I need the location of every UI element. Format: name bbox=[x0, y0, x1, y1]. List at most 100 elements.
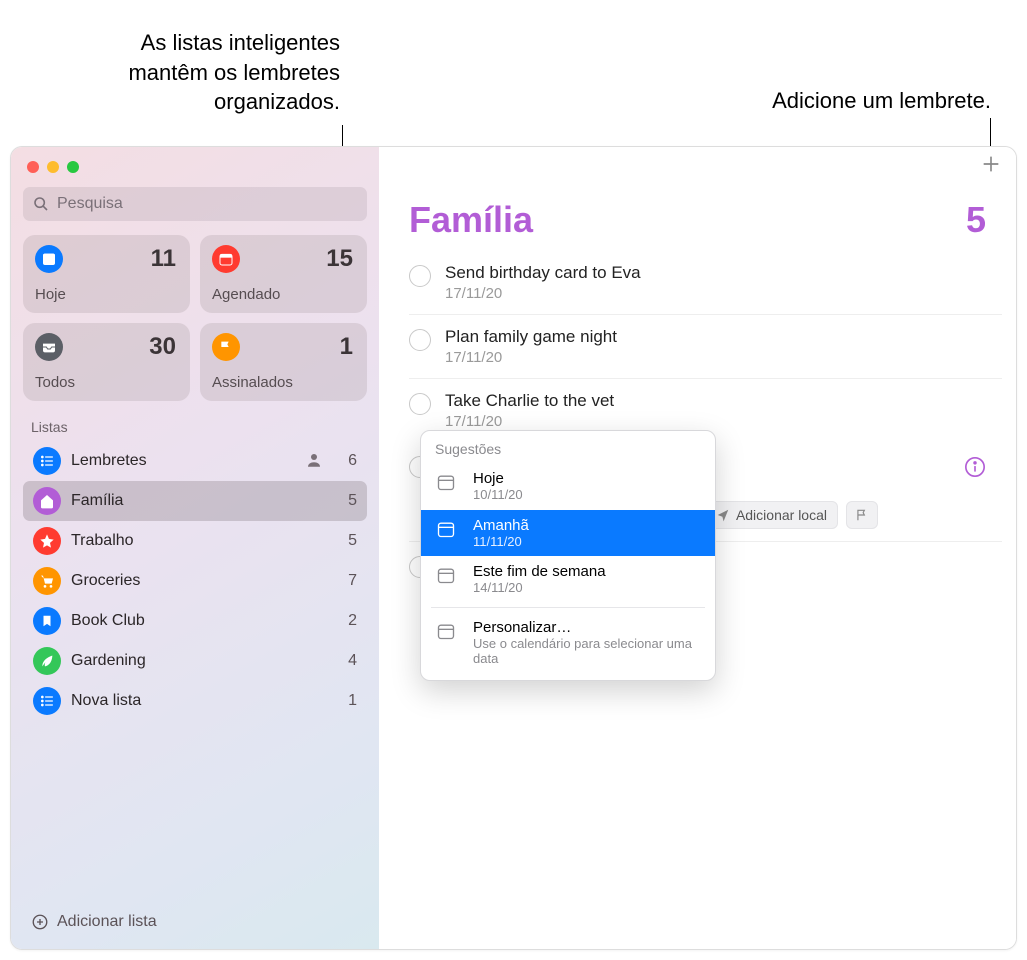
popover-item-subtitle: 14/11/20 bbox=[473, 580, 606, 596]
list-icon bbox=[33, 607, 61, 635]
popover-header: Sugestões bbox=[421, 431, 715, 463]
reminder-item[interactable]: Send birthday card to Eva 17/11/20 bbox=[409, 251, 1002, 315]
list-count: 5 bbox=[335, 532, 357, 550]
list-name: Groceries bbox=[71, 572, 325, 590]
reminder-item[interactable]: Plan family game night 17/11/20 bbox=[409, 315, 1002, 379]
list-count: 6 bbox=[335, 452, 357, 470]
smart-count: 11 bbox=[151, 245, 176, 273]
calendar-icon bbox=[435, 621, 461, 643]
flag-chip[interactable] bbox=[846, 501, 878, 529]
popover-item-title: Este fim de semana bbox=[473, 563, 606, 580]
list-icon bbox=[33, 487, 61, 515]
smart-list-scheduled[interactable]: 15 Agendado bbox=[200, 235, 367, 313]
tray-icon bbox=[35, 333, 63, 361]
window-controls bbox=[23, 157, 367, 187]
list-icon bbox=[33, 527, 61, 555]
list-name: Nova lista bbox=[71, 692, 325, 710]
list-name: Lembretes bbox=[71, 452, 295, 470]
search-icon bbox=[33, 196, 49, 212]
list-count: 4 bbox=[335, 652, 357, 670]
smart-list-all[interactable]: 30 Todos bbox=[23, 323, 190, 401]
reminder-title: Plan family game night bbox=[445, 327, 986, 347]
popover-item[interactable]: Hoje10/11/20 bbox=[421, 463, 715, 510]
lists-container: Lembretes6Família5Trabalho5Groceries7Boo… bbox=[23, 441, 367, 902]
sidebar-list-item[interactable]: Trabalho5 bbox=[23, 521, 367, 561]
popover-divider bbox=[431, 607, 705, 608]
popover-item-subtitle: 11/11/20 bbox=[473, 534, 529, 550]
complete-toggle[interactable] bbox=[409, 329, 431, 351]
zoom-window-button[interactable] bbox=[67, 161, 79, 173]
smart-count: 15 bbox=[326, 245, 353, 273]
reminder-date: 17/11/20 bbox=[445, 285, 986, 302]
list-name: Gardening bbox=[71, 652, 325, 670]
complete-toggle[interactable] bbox=[409, 265, 431, 287]
flag-icon bbox=[855, 508, 869, 522]
add-reminder-button[interactable] bbox=[980, 153, 1002, 175]
smart-label: Todos bbox=[35, 374, 176, 391]
search-input[interactable]: Pesquisa bbox=[23, 187, 367, 221]
list-name: Book Club bbox=[71, 612, 325, 630]
callout-add-reminder: Adicione um lembrete. bbox=[772, 86, 991, 116]
list-title: Família bbox=[409, 199, 533, 241]
sidebar-list-item[interactable]: Gardening 4 bbox=[23, 641, 367, 681]
add-list-button[interactable]: Adicionar lista bbox=[23, 902, 367, 941]
minimize-window-button[interactable] bbox=[47, 161, 59, 173]
reminder-date: 17/11/20 bbox=[445, 349, 986, 366]
reminder-title: Send birthday card to Eva bbox=[445, 263, 986, 283]
shared-icon bbox=[305, 451, 325, 471]
sidebar-list-item[interactable]: Book Club 2 bbox=[23, 601, 367, 641]
smart-count: 30 bbox=[149, 333, 176, 361]
calendar-icon bbox=[435, 519, 461, 541]
popover-item-customize[interactable]: Personalizar… Use o calendário para sele… bbox=[421, 612, 715, 674]
lists-section-label: Listas bbox=[23, 415, 367, 441]
smart-label: Assinalados bbox=[212, 374, 353, 391]
popover-item-title: Amanhã bbox=[473, 517, 529, 534]
search-placeholder: Pesquisa bbox=[57, 195, 123, 213]
smart-list-today[interactable]: 11 Hoje bbox=[23, 235, 190, 313]
sidebar-list-item[interactable]: Nova lista 1 bbox=[23, 681, 367, 721]
sidebar: Pesquisa 11 Hoje 15 Agenda bbox=[11, 147, 379, 949]
calendar-icon bbox=[212, 245, 240, 273]
smart-label: Agendado bbox=[212, 286, 353, 303]
reminder-title: Take Charlie to the vet bbox=[445, 391, 986, 411]
calendar-icon bbox=[435, 472, 461, 494]
list-count: 2 bbox=[335, 612, 357, 630]
list-count: 5 bbox=[335, 492, 357, 510]
list-icon bbox=[33, 647, 61, 675]
list-count: 7 bbox=[335, 572, 357, 590]
list-icon bbox=[33, 447, 61, 475]
smart-list-flagged[interactable]: 1 Assinalados bbox=[200, 323, 367, 401]
calendar-today-icon bbox=[35, 245, 63, 273]
location-icon bbox=[716, 508, 730, 522]
list-icon bbox=[33, 687, 61, 715]
list-count: 5 bbox=[966, 199, 986, 241]
smart-lists-grid: 11 Hoje 15 Agendado 30 bbox=[23, 235, 367, 401]
toolbar bbox=[379, 147, 1016, 181]
sidebar-list-item[interactable]: Família 5 bbox=[23, 481, 367, 521]
add-location-label: Adicionar local bbox=[736, 507, 827, 523]
reminder-date: 17/11/20 bbox=[445, 413, 986, 430]
callout-line bbox=[990, 118, 991, 148]
close-window-button[interactable] bbox=[27, 161, 39, 173]
complete-toggle[interactable] bbox=[409, 393, 431, 415]
list-icon bbox=[33, 567, 61, 595]
popover-item-title: Personalizar… bbox=[473, 619, 701, 636]
info-button[interactable] bbox=[964, 456, 986, 478]
sidebar-list-item[interactable]: Groceries 7 bbox=[23, 561, 367, 601]
list-name: Família bbox=[71, 492, 325, 510]
flag-icon bbox=[212, 333, 240, 361]
popover-item[interactable]: Amanhã11/11/20 bbox=[421, 510, 715, 557]
add-location-chip[interactable]: Adicionar local bbox=[705, 501, 838, 529]
popover-item-subtitle: 10/11/20 bbox=[473, 487, 523, 503]
sidebar-list-item[interactable]: Lembretes 6 bbox=[23, 441, 367, 481]
callout-smart-lists: As listas inteligentes mantêm os lembret… bbox=[90, 28, 340, 117]
smart-count: 1 bbox=[340, 333, 353, 361]
smart-label: Hoje bbox=[35, 286, 176, 303]
list-header: Família 5 bbox=[379, 181, 1016, 251]
list-count: 1 bbox=[335, 692, 357, 710]
popover-item[interactable]: Este fim de semana14/11/20 bbox=[421, 556, 715, 603]
calendar-icon bbox=[435, 565, 461, 587]
date-suggestions-popover: Sugestões Hoje10/11/20Amanhã11/11/20Este… bbox=[420, 430, 716, 681]
plus-circle-icon bbox=[31, 913, 49, 931]
popover-item-subtitle: Use o calendário para selecionar uma dat… bbox=[473, 636, 701, 667]
